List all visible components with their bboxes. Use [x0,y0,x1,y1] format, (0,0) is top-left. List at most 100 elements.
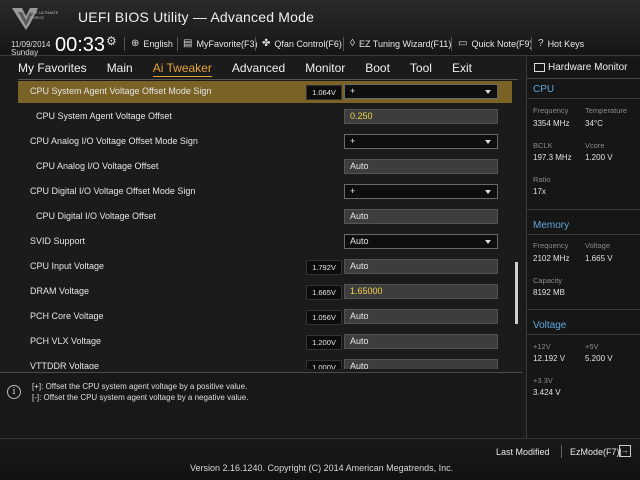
tab-exit[interactable]: Exit [452,59,472,77]
setting-input[interactable]: Auto [344,259,498,274]
tab-boot[interactable]: Boot [365,59,390,77]
divider [527,234,640,235]
divider [527,309,640,310]
setting-input[interactable]: 0.250 [344,109,498,124]
tab-tool[interactable]: Tool [410,59,432,77]
divider [124,37,125,51]
tab-monitor[interactable]: Monitor [305,59,345,77]
setting-row[interactable]: PCH Core Voltage 1.056V Auto [18,306,512,328]
ezmode-button[interactable]: EzMode(F7)| [570,447,622,457]
exit-icon[interactable]: → [619,445,631,457]
chevron-down-icon [485,240,491,244]
memory-voltage-label: Voltage [585,241,611,250]
setting-row[interactable]: CPU Analog I/O Voltage Offset Mode Sign … [18,131,512,153]
tab-main[interactable]: Main [107,59,133,77]
hardware-monitor-title: Hardware Monitor [548,62,628,73]
dropdown-value: + [350,86,356,96]
memory-voltage-value: 1.665 V [585,254,613,263]
divider [255,37,256,51]
last-modified-button[interactable]: Last Modified [496,447,550,457]
main-tabs: My Favorites Main Ai Tweaker Advanced Mo… [18,59,492,77]
help-text: [-]: Offset the CPU system agent voltage… [32,393,249,402]
voltage-readout: 1.000V [306,360,342,369]
voltage-readout: 1.056V [306,310,342,325]
setting-row[interactable]: CPU System Agent Voltage Offset Mode Sig… [18,81,512,103]
ez-tuning-wizard-button[interactable]: ◊ EZ Tuning Wizard(F11) [350,38,451,49]
setting-label: PCH Core Voltage [30,311,104,321]
bclk-label: BCLK [533,141,553,150]
setting-dropdown[interactable]: Auto [344,234,498,249]
help-panel: i [+]: Offset the CPU system agent volta… [0,372,522,438]
setting-row[interactable]: VTTDDR Voltage 1.000V Auto [18,356,512,369]
tab-ai-tweaker[interactable]: Ai Tweaker [152,59,212,77]
help-icon: ? [538,38,544,49]
v5-value: 5.200 V [585,354,613,363]
setting-row[interactable]: SVID Support Auto [18,231,512,253]
voltage-readout: 1.665V [306,285,342,300]
hot-keys-label: Hot Keys [547,38,585,49]
cpu-frequency-label: Frequency [533,106,569,115]
language-label: English [143,38,173,49]
voltage-readout: 1.200V [306,335,342,350]
note-icon: ▭ [458,38,468,49]
setting-row[interactable]: CPU System Agent Voltage Offset 0.250 [18,106,512,128]
ratio-value: 17x [533,187,546,196]
memory-frequency-value: 2102 MHz [533,254,570,263]
scrollbar[interactable] [515,262,518,324]
setting-row[interactable]: CPU Analog I/O Voltage Offset Auto [18,156,512,178]
hot-keys-button[interactable]: ? Hot Keys [538,38,584,49]
settings-list: CPU System Agent Voltage Offset Mode Sig… [18,81,512,369]
setting-label: VTTDDR Voltage [30,361,100,369]
vcore-value: 1.200 V [585,153,613,162]
setting-input[interactable]: Auto [344,309,498,324]
setting-input[interactable]: Auto [344,159,498,174]
myfavorite-label: MyFavorite(F3) [196,38,258,49]
tab-advanced[interactable]: Advanced [232,59,285,77]
setting-row[interactable]: DRAM Voltage 1.665V 1.65000 [18,281,512,303]
quick-note-button[interactable]: ▭ Quick Note(F9) [458,38,532,49]
myfavorite-button[interactable]: ▤ MyFavorite(F3) [183,38,257,49]
setting-input[interactable]: 1.65000 [344,284,498,299]
setting-dropdown[interactable]: + [344,184,498,199]
cpu-heading: CPU [533,84,555,95]
setting-input[interactable]: Auto [344,334,498,349]
hardware-monitor-header: Hardware Monitor [527,57,640,79]
dropdown-value: + [350,136,356,146]
setting-input[interactable]: Auto [344,359,498,369]
bclk-value: 197.3 MHz [533,153,572,162]
cpu-temperature-value: 34°C [585,119,603,128]
chevron-down-icon [485,190,491,194]
setting-label: DRAM Voltage [30,286,90,296]
ez-tuning-label: EZ Tuning Wizard(F11) [358,38,452,49]
setting-row[interactable]: CPU Input Voltage 1.792V Auto [18,256,512,278]
qfan-control-button[interactable]: ✤ Qfan Control(F6) [262,38,342,49]
memory-heading: Memory [533,220,570,231]
setting-label: CPU Analog I/O Voltage Offset [36,161,159,171]
setting-dropdown[interactable]: + [344,134,498,149]
ratio-label: Ratio [533,175,551,184]
globe-icon: ⊕ [131,38,140,49]
version-text: Version 2.16.1240. Copyright (C) 2014 Am… [190,463,454,473]
v5-label: +5V [585,342,599,351]
setting-dropdown[interactable]: + [344,84,498,99]
tab-my-favorites[interactable]: My Favorites [18,59,87,77]
setting-row[interactable]: CPU Digital I/O Voltage Offset Mode Sign… [18,181,512,203]
capacity-value: 8192 MB [533,288,566,297]
chevron-down-icon [485,140,491,144]
vcore-label: Vcore [585,141,605,150]
v12-value: 12.192 V [533,354,566,363]
setting-input[interactable]: Auto [344,209,498,224]
divider [531,37,532,51]
setting-row[interactable]: CPU Digital I/O Voltage Offset Auto [18,206,512,228]
app-title: UEFI BIOS Utility — Advanced Mode [78,9,315,25]
language-button[interactable]: ⊕ English [131,38,173,49]
setting-label: PCH VLX Voltage [30,336,102,346]
setting-row[interactable]: PCH VLX Voltage 1.200V Auto [18,331,512,353]
voltage-readout: 1.792V [306,260,342,275]
quick-note-label: Quick Note(F9) [471,38,533,49]
gear-icon[interactable]: ⚙ [106,34,117,48]
setting-label: CPU System Agent Voltage Offset Mode Sig… [30,86,212,96]
divider [451,37,452,51]
divider [177,37,178,51]
voltage-heading: Voltage [533,320,567,331]
